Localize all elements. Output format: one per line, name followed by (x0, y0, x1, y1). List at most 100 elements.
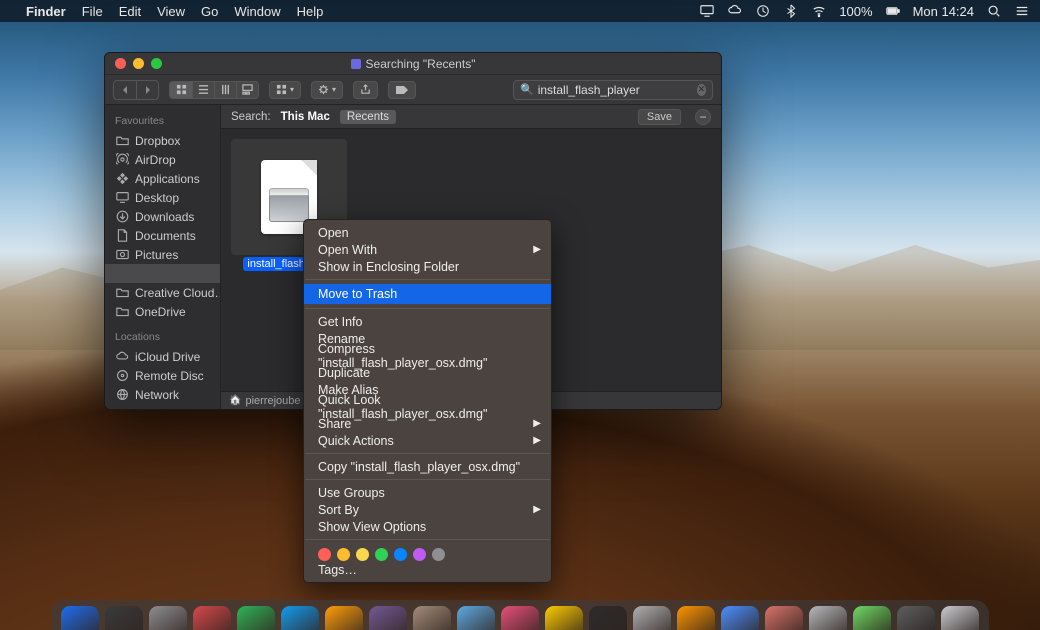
tag-color[interactable] (356, 548, 369, 561)
icon-view-button[interactable] (170, 82, 192, 98)
menu-go[interactable]: Go (201, 4, 218, 19)
time-machine-icon[interactable] (755, 3, 771, 19)
scope-recents[interactable]: Recents (340, 110, 396, 124)
airdrop-icon (115, 153, 129, 167)
zoom-button[interactable] (151, 58, 162, 69)
cloud-sync-icon[interactable] (727, 3, 743, 19)
dock-app-14[interactable] (677, 606, 715, 630)
app-name[interactable]: Finder (26, 4, 66, 19)
sidebar-item-documents[interactable]: Documents (105, 226, 220, 245)
action-button[interactable]: ▾ (311, 81, 343, 99)
dock-app-7[interactable] (369, 606, 407, 630)
battery-icon[interactable] (885, 3, 901, 19)
menu-item-open-with[interactable]: Open With▶ (304, 241, 551, 258)
sidebar-item-remote-disc[interactable]: Remote Disc (105, 366, 220, 385)
sidebar-item-applications[interactable]: Applications (105, 169, 220, 188)
menu-window[interactable]: Window (234, 4, 280, 19)
dock-app-19[interactable] (897, 606, 935, 630)
menu-item-get-info[interactable]: Get Info (304, 313, 551, 330)
sidebar-item-pictures[interactable]: Pictures (105, 245, 220, 264)
dock-app-3[interactable] (193, 606, 231, 630)
scope-this-mac[interactable]: This Mac (281, 111, 330, 123)
sidebar-item-dropbox[interactable]: Dropbox (105, 131, 220, 150)
window-titlebar[interactable]: Searching "Recents" (105, 53, 721, 75)
sidebar-item-airdrop[interactable]: AirDrop (105, 150, 220, 169)
menu-item-share[interactable]: Share▶ (304, 415, 551, 432)
tags-button[interactable] (388, 81, 416, 99)
menu-item-quick-look-install-flash-player-osx-dmg[interactable]: Quick Look "install_flash_player_osx.dmg… (304, 398, 551, 415)
tag-color[interactable] (413, 548, 426, 561)
dock-app-9[interactable] (457, 606, 495, 630)
column-view-button[interactable] (214, 82, 236, 98)
dock-app-10[interactable] (501, 606, 539, 630)
minimize-button[interactable] (133, 58, 144, 69)
gallery-view-button[interactable] (236, 82, 258, 98)
menu-item-use-groups[interactable]: Use Groups (304, 484, 551, 501)
dock-app-6[interactable] (325, 606, 363, 630)
menu-item-duplicate[interactable]: Duplicate (304, 364, 551, 381)
list-view-button[interactable] (192, 82, 214, 98)
dock-app-20[interactable] (941, 606, 979, 630)
tag-color[interactable] (432, 548, 445, 561)
tag-color[interactable] (394, 548, 407, 561)
sidebar-item-blank[interactable] (105, 264, 220, 283)
dock-app-1[interactable] (105, 606, 143, 630)
menu-item-show-view-options[interactable]: Show View Options (304, 518, 551, 535)
close-button[interactable] (115, 58, 126, 69)
dock-app-17[interactable] (809, 606, 847, 630)
sidebar-item-icloud-drive[interactable]: iCloud Drive (105, 347, 220, 366)
menu-item-copy-install-flash-player-osx-dmg[interactable]: Copy "install_flash_player_osx.dmg" (304, 458, 551, 475)
notification-center-icon[interactable] (1014, 3, 1030, 19)
menu-file[interactable]: File (82, 4, 103, 19)
sidebar-item-downloads[interactable]: Downloads (105, 207, 220, 226)
sidebar-item-network[interactable]: Network (105, 385, 220, 404)
search-input[interactable] (538, 83, 693, 97)
search-field[interactable]: 🔍 ✕ (513, 80, 713, 100)
menu-item-open[interactable]: Open (304, 224, 551, 241)
dock-app-8[interactable] (413, 606, 451, 630)
group-button[interactable]: ▾ (269, 81, 301, 99)
save-search-button[interactable]: Save (638, 109, 681, 125)
menu-bar-clock[interactable]: Mon 14:24 (913, 4, 974, 19)
clear-search-button[interactable]: ✕ (697, 84, 706, 96)
dock-app-5[interactable] (281, 606, 319, 630)
dock-app-12[interactable] (589, 606, 627, 630)
path-user[interactable]: pierrejoube (245, 395, 300, 407)
tag-color[interactable] (337, 548, 350, 561)
menu-separator (305, 539, 550, 540)
dock-app-15[interactable] (721, 606, 759, 630)
dock-app-0[interactable] (61, 606, 99, 630)
menu-item-compress-install-flash-player-osx-dmg[interactable]: Compress "install_flash_player_osx.dmg" (304, 347, 551, 364)
spotlight-icon[interactable] (986, 3, 1002, 19)
dock-app-18[interactable] (853, 606, 891, 630)
dock-app-4[interactable] (237, 606, 275, 630)
bluetooth-icon[interactable] (783, 3, 799, 19)
sidebar-item-label: Applications (135, 172, 200, 186)
forward-button[interactable] (136, 81, 158, 99)
menu-item-sort-by[interactable]: Sort By▶ (304, 501, 551, 518)
sidebar-item-creative-cloud-[interactable]: Creative Cloud… (105, 283, 220, 302)
sidebar-item-onedrive[interactable]: OneDrive (105, 302, 220, 321)
tag-color[interactable] (318, 548, 331, 561)
menu-item-tags[interactable]: Tags… (304, 561, 551, 578)
menu-edit[interactable]: Edit (119, 4, 141, 19)
menu-help[interactable]: Help (297, 4, 324, 19)
display-icon[interactable] (699, 3, 715, 19)
dock-app-13[interactable] (633, 606, 671, 630)
sidebar-item-desktop[interactable]: Desktop (105, 188, 220, 207)
dock-app-11[interactable] (545, 606, 583, 630)
menu-item-show-in-enclosing-folder[interactable]: Show in Enclosing Folder (304, 258, 551, 275)
dock-app-2[interactable] (149, 606, 187, 630)
wifi-icon[interactable] (811, 3, 827, 19)
sidebar: Favourites DropboxAirDropApplicationsDes… (105, 105, 221, 409)
dock-app-16[interactable] (765, 606, 803, 630)
tag-color[interactable] (375, 548, 388, 561)
menu-view[interactable]: View (157, 4, 185, 19)
menu-item-move-to-trash[interactable]: Move to Trash (304, 284, 551, 304)
share-button[interactable] (353, 81, 378, 99)
dock[interactable] (51, 600, 989, 630)
remove-criteria-button[interactable]: − (695, 109, 711, 125)
back-button[interactable] (114, 81, 136, 99)
menu-item-quick-actions[interactable]: Quick Actions▶ (304, 432, 551, 449)
menu-item-label: Copy "install_flash_player_osx.dmg" (318, 460, 520, 474)
